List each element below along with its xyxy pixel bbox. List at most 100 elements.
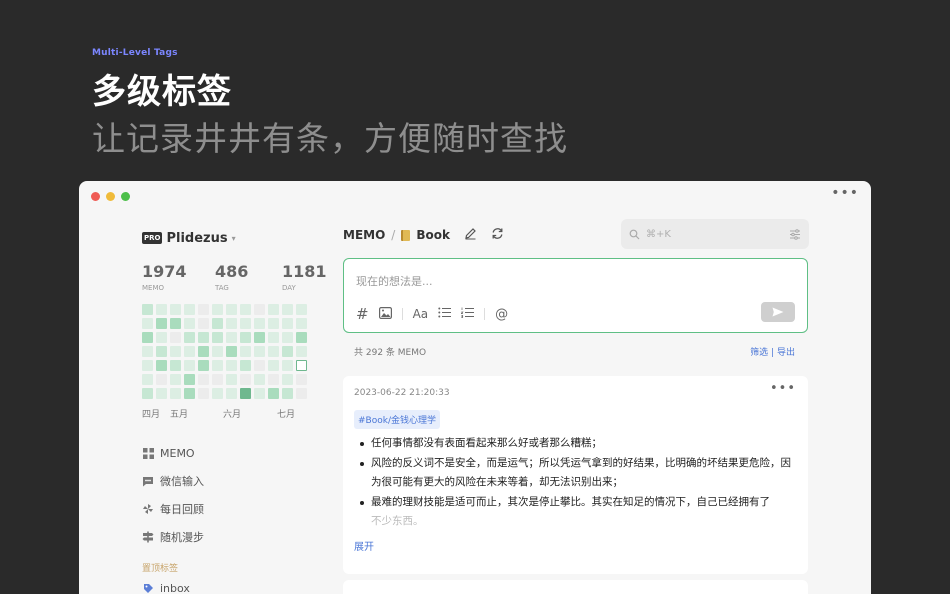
memo-card[interactable]: 2023-06-22 21:20:33 ••• #Book/金钱心理学 任何事情… [343, 376, 808, 574]
heatmap-cell[interactable] [198, 346, 209, 357]
edit-tag-button[interactable] [464, 227, 477, 243]
heatmap-cell[interactable] [142, 332, 153, 343]
heatmap-cell[interactable] [212, 346, 223, 357]
heatmap-cell[interactable] [156, 304, 167, 315]
heatmap-cell[interactable] [198, 360, 209, 371]
minimize-window-button[interactable] [106, 192, 115, 201]
heatmap-cell[interactable] [268, 346, 279, 357]
heatmap-cell[interactable] [240, 332, 251, 343]
breadcrumb-tag[interactable]: Book [416, 228, 450, 242]
heatmap-cell[interactable] [268, 318, 279, 329]
heatmap-cell[interactable] [198, 304, 209, 315]
heatmap-cell[interactable] [240, 304, 251, 315]
heatmap-cell[interactable] [184, 304, 195, 315]
filter-link[interactable]: 筛选 [750, 348, 768, 358]
heatmap-cell[interactable] [156, 346, 167, 357]
heatmap-cell[interactable] [226, 304, 237, 315]
send-button[interactable] [761, 302, 795, 322]
search-input[interactable]: ⌘+K [621, 219, 809, 249]
heatmap-cell[interactable] [282, 388, 293, 399]
heatmap-cell[interactable] [268, 360, 279, 371]
heatmap-cell[interactable] [268, 374, 279, 385]
heatmap-cell[interactable] [296, 360, 307, 371]
heatmap-cell[interactable] [240, 388, 251, 399]
heatmap-cell[interactable] [156, 374, 167, 385]
heatmap-cell[interactable] [254, 318, 265, 329]
heatmap-cell[interactable] [142, 374, 153, 385]
heatmap-cell[interactable] [296, 374, 307, 385]
memo-card[interactable] [343, 580, 808, 594]
export-link[interactable]: 导出 [777, 348, 795, 358]
heatmap-cell[interactable] [296, 332, 307, 343]
heatmap-cell[interactable] [268, 332, 279, 343]
heatmap-cell[interactable] [282, 318, 293, 329]
heatmap-cell[interactable] [282, 346, 293, 357]
heatmap-cell[interactable] [212, 388, 223, 399]
filter-settings-icon[interactable] [789, 228, 801, 240]
heatmap-cell[interactable] [240, 346, 251, 357]
heatmap-cell[interactable] [254, 388, 265, 399]
heatmap-cell[interactable] [268, 304, 279, 315]
heatmap-cell[interactable] [170, 332, 181, 343]
heatmap-cell[interactable] [198, 332, 209, 343]
memo-more-icon[interactable]: ••• [770, 381, 796, 396]
heatmap-cell[interactable] [212, 304, 223, 315]
sidebar-item-wechat[interactable]: 微信输入 [142, 467, 322, 495]
heatmap-cell[interactable] [240, 374, 251, 385]
heatmap-cell[interactable] [170, 360, 181, 371]
heatmap-cell[interactable] [268, 388, 279, 399]
sidebar-item-inbox[interactable]: inbox [142, 577, 322, 594]
heatmap-cell[interactable] [282, 332, 293, 343]
workspace-switcher[interactable]: PRO Plidezus ▾ [142, 229, 322, 247]
heatmap-cell[interactable] [184, 388, 195, 399]
heatmap-cell[interactable] [254, 346, 265, 357]
heatmap-cell[interactable] [184, 346, 195, 357]
heatmap-cell[interactable] [226, 318, 237, 329]
heatmap-cell[interactable] [212, 374, 223, 385]
heatmap-cell[interactable] [170, 346, 181, 357]
heatmap-cell[interactable] [198, 374, 209, 385]
heatmap-cell[interactable] [212, 332, 223, 343]
heatmap-cell[interactable] [226, 388, 237, 399]
heatmap-cell[interactable] [156, 388, 167, 399]
heatmap-cell[interactable] [156, 360, 167, 371]
heatmap-cell[interactable] [282, 304, 293, 315]
heatmap-cell[interactable] [282, 374, 293, 385]
heatmap-cell[interactable] [142, 360, 153, 371]
heatmap-cell[interactable] [184, 360, 195, 371]
memo-editor[interactable]: 现在的想法是... # Aa @ [343, 258, 808, 333]
heatmap-cell[interactable] [198, 388, 209, 399]
heatmap-cell[interactable] [226, 360, 237, 371]
breadcrumb-root[interactable]: MEMO [343, 228, 385, 242]
heatmap-cell[interactable] [296, 304, 307, 315]
numbered-list-button[interactable] [460, 307, 475, 321]
heatmap-cell[interactable] [184, 318, 195, 329]
window-more-icon[interactable]: ••• [831, 185, 859, 201]
font-button[interactable]: Aa [413, 307, 429, 321]
heatmap-cell[interactable] [142, 388, 153, 399]
expand-link[interactable]: 展开 [354, 538, 374, 553]
refresh-button[interactable] [491, 227, 504, 243]
heatmap-cell[interactable] [142, 346, 153, 357]
heatmap-cell[interactable] [296, 388, 307, 399]
heatmap-cell[interactable] [226, 346, 237, 357]
heatmap-cell[interactable] [296, 346, 307, 357]
heatmap-cell[interactable] [170, 318, 181, 329]
heatmap-cell[interactable] [254, 304, 265, 315]
hashtag-button[interactable]: # [356, 305, 369, 323]
sidebar-item-daily-review[interactable]: 每日回顾 [142, 495, 322, 523]
close-window-button[interactable] [91, 192, 100, 201]
heatmap-cell[interactable] [156, 332, 167, 343]
bullet-list-button[interactable] [438, 307, 452, 321]
heatmap-cell[interactable] [156, 318, 167, 329]
image-button[interactable] [378, 306, 392, 322]
heatmap-cell[interactable] [240, 360, 251, 371]
heatmap-cell[interactable] [198, 318, 209, 329]
heatmap-cell[interactable] [170, 388, 181, 399]
heatmap-cell[interactable] [170, 304, 181, 315]
sidebar-item-memo[interactable]: MEMO [142, 439, 322, 467]
heatmap-cell[interactable] [282, 360, 293, 371]
heatmap-cell[interactable] [212, 360, 223, 371]
sidebar-item-random-walk[interactable]: 随机漫步 [142, 523, 322, 551]
heatmap-cell[interactable] [184, 374, 195, 385]
